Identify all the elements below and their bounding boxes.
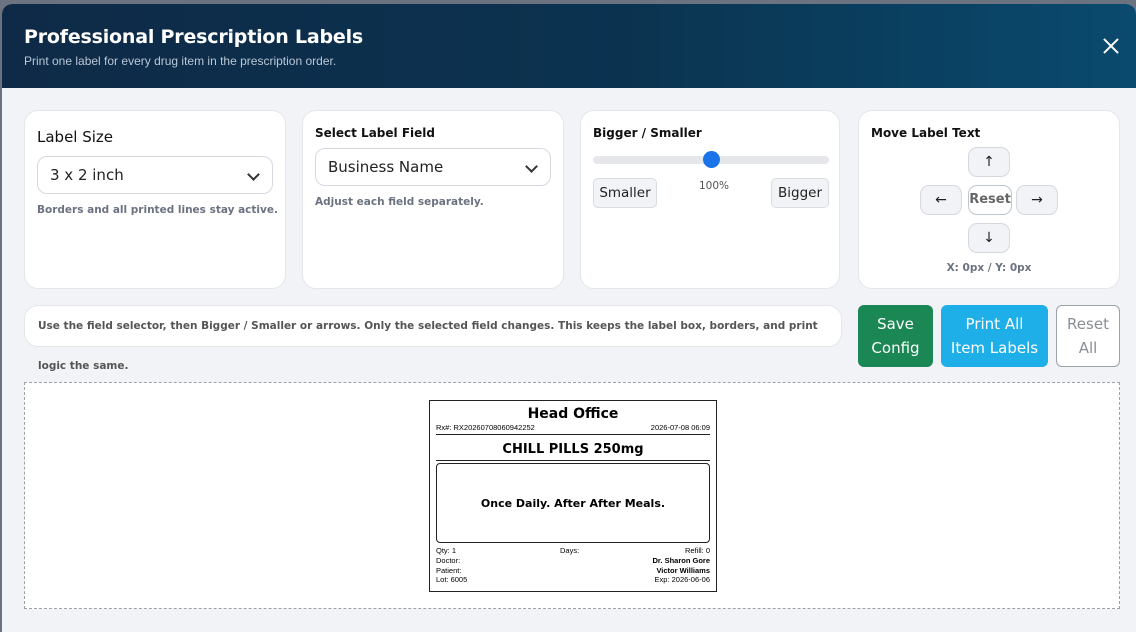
label-divider bbox=[436, 434, 710, 435]
instructions-bar: Use the field selector, then Bigger / Sm… bbox=[24, 305, 842, 372]
label-days: Days: bbox=[560, 546, 580, 555]
label-settings-modal: Professional Prescription Labels Print o… bbox=[2, 4, 1136, 632]
arrow-left-button[interactable]: ← bbox=[920, 185, 962, 215]
reset-line2: All bbox=[1078, 339, 1098, 357]
reset-position-button[interactable]: Reset bbox=[968, 185, 1012, 215]
label-size-select[interactable]: 3 x 2 inch bbox=[37, 156, 273, 194]
label-rx-number: Rx#: RX20260708060942252 bbox=[436, 423, 535, 432]
label-field-value: Business Name bbox=[328, 158, 444, 176]
label-size-value: 3 x 2 inch bbox=[50, 166, 124, 184]
position-readout: X: 0px / Y: 0px bbox=[946, 262, 1032, 274]
print-line1: Print All bbox=[965, 315, 1024, 333]
save-line1: Save bbox=[877, 315, 914, 333]
label-directions: Once Daily. After After Meals. bbox=[480, 496, 666, 510]
label-size-card: Label Size 3 x 2 inch Borders and all pr… bbox=[24, 110, 286, 289]
bigger-button[interactable]: Bigger bbox=[771, 178, 829, 208]
move-text-title: Move Label Text bbox=[871, 126, 981, 140]
size-adjust-title: Bigger / Smaller bbox=[593, 126, 702, 140]
label-preview-area: Head Office Rx#: RX20260708060942252 202… bbox=[24, 382, 1120, 609]
modal-header: Professional Prescription Labels Print o… bbox=[2, 4, 1136, 88]
label-doctor-caption: Doctor: bbox=[436, 556, 461, 565]
modal-subtitle: Print one label for every drug item in t… bbox=[24, 54, 337, 68]
label-field-card: Select Label Field Business Name Adjust … bbox=[302, 110, 564, 289]
save-config-button[interactable]: Save Config bbox=[858, 305, 933, 367]
label-size-title: Label Size bbox=[37, 128, 114, 146]
label-refill: Refill: 0 bbox=[684, 546, 710, 555]
scale-percent: 100% bbox=[699, 180, 730, 192]
arrow-right-button[interactable]: → bbox=[1016, 185, 1058, 215]
label-directions-box: Once Daily. After After Meals. bbox=[436, 463, 710, 543]
prescription-label: Head Office Rx#: RX20260708060942252 202… bbox=[429, 400, 717, 592]
reset-line1: Reset bbox=[1067, 315, 1109, 333]
print-all-button[interactable]: Print All Item Labels bbox=[941, 305, 1048, 367]
label-expiry: Exp: 2026-06-06 bbox=[654, 575, 710, 584]
label-business-name[interactable]: Head Office bbox=[430, 406, 716, 422]
label-qty: Qty: 1 bbox=[436, 546, 457, 555]
label-doctor: Dr. Sharon Gore bbox=[652, 556, 710, 565]
label-size-hint: Borders and all printed lines stay activ… bbox=[37, 204, 278, 216]
label-field-hint: Adjust each field separately. bbox=[315, 196, 484, 208]
label-drug-name: CHILL PILLS 250mg bbox=[502, 442, 644, 457]
reset-all-button[interactable]: Reset All bbox=[1056, 305, 1120, 367]
size-slider-thumb[interactable] bbox=[702, 151, 720, 168]
move-text-card: Move Label Text ↑ ← Reset → ↓ X: 0px / Y… bbox=[858, 110, 1120, 289]
arrow-up-button[interactable]: ↑ bbox=[968, 147, 1010, 177]
label-datetime: 2026-07-08 06:09 bbox=[650, 423, 710, 432]
arrow-down-button[interactable]: ↓ bbox=[968, 223, 1010, 253]
chevron-down-icon bbox=[247, 168, 260, 181]
label-divider bbox=[436, 460, 710, 461]
modal-title: Professional Prescription Labels bbox=[24, 26, 364, 48]
print-line2: Item Labels bbox=[950, 339, 1039, 357]
label-field-select[interactable]: Business Name bbox=[315, 148, 551, 186]
close-icon[interactable] bbox=[1100, 35, 1122, 57]
label-lot: Lot: 6005 bbox=[436, 575, 468, 584]
smaller-button[interactable]: Smaller bbox=[593, 178, 657, 208]
label-field-title: Select Label Field bbox=[315, 126, 435, 140]
label-patient: Victor Williams bbox=[656, 566, 710, 575]
label-patient-caption: Patient: bbox=[436, 566, 462, 575]
save-line2: Config bbox=[871, 339, 920, 357]
size-adjust-card: Bigger / Smaller Smaller 100% Bigger bbox=[580, 110, 840, 289]
chevron-down-icon bbox=[525, 160, 538, 173]
